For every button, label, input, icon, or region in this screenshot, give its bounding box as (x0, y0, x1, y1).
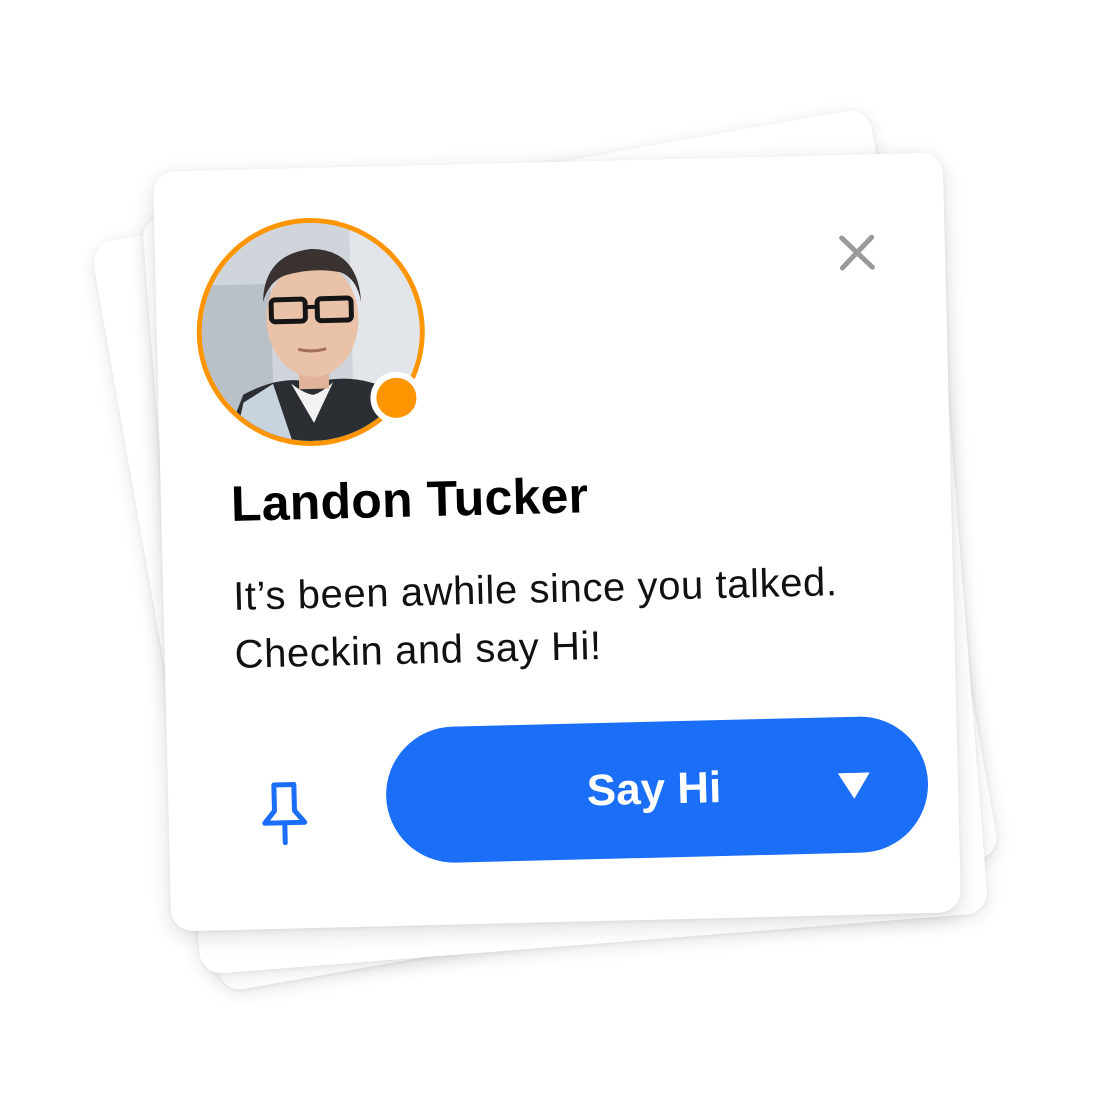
pin-button[interactable] (256, 780, 314, 847)
notification-card: Landon Tucker It’s been awhile since you… (152, 152, 962, 932)
status-dot-icon (369, 371, 424, 425)
avatar-container[interactable] (194, 215, 428, 449)
close-button[interactable] (837, 232, 878, 273)
say-hi-button[interactable]: Say Hi (384, 715, 930, 865)
pin-icon (262, 782, 308, 846)
caret-down-icon[interactable] (837, 772, 871, 799)
reminder-message: It’s been awhile since you talked. Check… (232, 560, 839, 677)
notification-stack: Landon Tucker It’s been awhile since you… (0, 0, 1115, 1093)
close-icon (839, 234, 875, 271)
contact-name: Landon Tucker (230, 467, 589, 532)
